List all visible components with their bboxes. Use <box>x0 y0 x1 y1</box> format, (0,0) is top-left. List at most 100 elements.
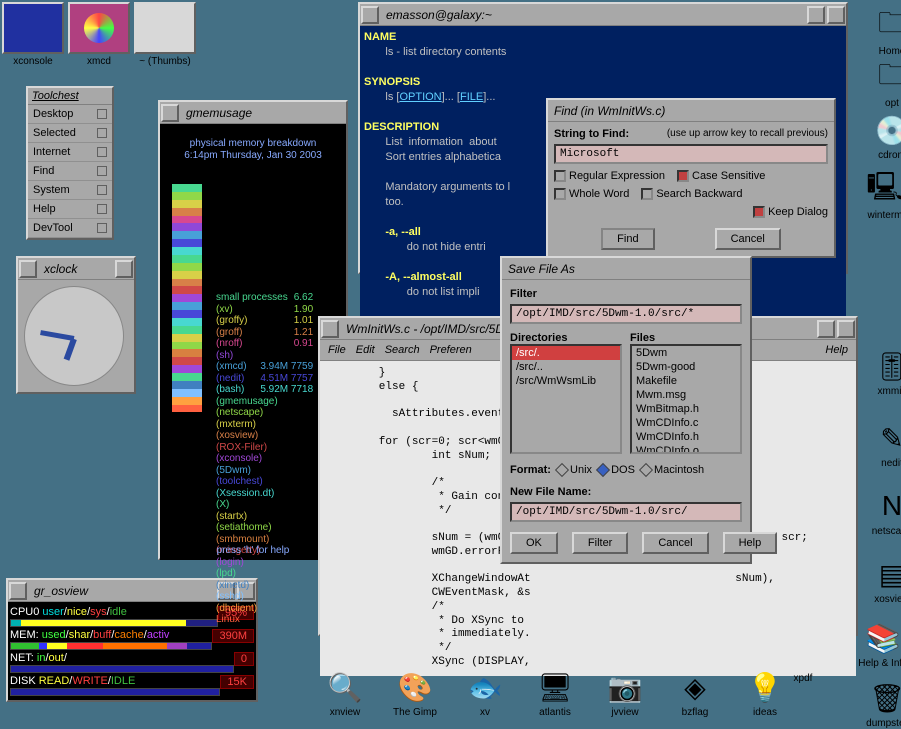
proc-item: Linux <box>216 614 313 626</box>
proc-item: (login) <box>216 557 313 569</box>
proc-item: (ROX-Filer) <box>216 442 313 454</box>
find-hint: (use up arrow key to recall previous) <box>667 128 828 140</box>
deskicon-nedit[interactable]: ✎ nedit <box>867 420 901 469</box>
nedit-icon: ✎ <box>867 420 901 456</box>
xmmix-icon: 🎚 <box>867 348 901 384</box>
newname-input[interactable] <box>510 502 742 522</box>
file-item[interactable]: WmCDInfo.o <box>632 444 740 454</box>
helpinfo-icon: 📚 <box>858 620 901 656</box>
deskicon-label: xosview <box>867 594 901 605</box>
dock-atlantis[interactable]: 🖥 atlantis <box>530 669 580 718</box>
menu-icon[interactable] <box>161 104 179 122</box>
backward-checkbox[interactable]: Search Backward <box>641 188 742 200</box>
file-item[interactable]: WmCDInfo.h <box>632 430 740 444</box>
find-string-label: String to Find: <box>554 128 629 140</box>
deskicon-opt[interactable]: 🗀 opt <box>867 60 901 109</box>
thumb-xmcd[interactable]: xmcd <box>68 2 130 67</box>
toolchest-item-help[interactable]: Help <box>28 200 112 219</box>
dock-xv[interactable]: 🐟 xv <box>460 669 510 718</box>
regex-checkbox[interactable]: Regular Expression <box>554 170 665 182</box>
minimize-icon[interactable] <box>817 320 835 338</box>
format-dos[interactable]: DOS <box>595 464 635 476</box>
maximize-icon[interactable] <box>827 6 845 24</box>
deskicon-home[interactable]: 🗀 Home <box>867 8 901 57</box>
toolchest-item-desktop[interactable]: Desktop <box>28 105 112 124</box>
proc-item: (setiathome) <box>216 522 313 534</box>
cancel-button[interactable]: Cancel <box>642 532 708 554</box>
xv-icon: 🐟 <box>460 669 510 705</box>
find-button[interactable]: Find <box>601 228 654 250</box>
keep-checkbox[interactable]: Keep Dialog <box>753 206 828 218</box>
menu-icon[interactable] <box>9 582 27 600</box>
minimize-icon[interactable] <box>115 260 133 278</box>
dumpster-icon: 🗑 <box>862 680 901 716</box>
toolchest-item-system[interactable]: System <box>28 181 112 200</box>
case-checkbox[interactable]: Case Sensitive <box>677 170 765 182</box>
home-icon: 🗀 <box>867 8 901 44</box>
dir-item[interactable]: /src/. <box>512 346 620 360</box>
dock-jrview[interactable]: 📷 jvview <box>600 669 650 718</box>
toolchest-item-selected[interactable]: Selected <box>28 124 112 143</box>
thumb-label: xconsole <box>2 56 64 67</box>
toolchest-item-devtool[interactable]: DevTool <box>28 219 112 238</box>
format-unix[interactable]: Unix <box>554 464 592 476</box>
dock-label: ideas <box>740 707 790 718</box>
ok-button[interactable]: OK <box>510 532 558 554</box>
whole-checkbox[interactable]: Whole Word <box>554 188 629 200</box>
file-list[interactable]: 5Dwm5Dwm-goodMakefileMwm.msgWmBitmap.hWm… <box>630 344 742 454</box>
file-item[interactable]: Mwm.msg <box>632 388 740 402</box>
help-button[interactable]: Help <box>723 532 778 554</box>
maximize-icon[interactable] <box>837 320 855 338</box>
menu-search[interactable]: Search <box>385 344 420 356</box>
thumb-thumbs[interactable]: ~ (Thumbs) <box>134 2 196 67</box>
file-item[interactable]: WmBitmap.h <box>632 402 740 416</box>
dock-ideas[interactable]: 💡 ideas <box>740 669 790 718</box>
deskicon-helpinfo[interactable]: 📚 Help & Info <box>858 620 901 669</box>
menu-edit[interactable]: Edit <box>356 344 375 356</box>
menu-help[interactable]: Help <box>825 344 848 356</box>
proc-item: (smbmount) <box>216 534 313 546</box>
proc-item: small processes 6.62 <box>216 292 313 304</box>
file-item[interactable]: Makefile <box>632 374 740 388</box>
dir-item[interactable]: /src/WmWsmLib <box>512 374 620 388</box>
atlantis-icon: 🖥 <box>530 669 580 705</box>
dock-bzflag[interactable]: ◈ bzflag <box>670 669 720 718</box>
deskicon-winterm[interactable]: 🖳 winterm <box>860 172 901 221</box>
terminal-title: emasson@galaxy:~ <box>380 8 806 22</box>
toolchest-title: Toolchest <box>28 88 112 105</box>
osv-row: NET: in/out/idle0 <box>10 652 254 673</box>
minimize-icon[interactable] <box>807 6 825 24</box>
toolchest-item-internet[interactable]: Internet <box>28 143 112 162</box>
menu-icon[interactable] <box>19 260 37 278</box>
deskicon-xosview[interactable]: ▤ xosview <box>867 556 901 605</box>
deskicon-xmmix[interactable]: 🎚 xmmix <box>867 348 901 397</box>
dir-item[interactable]: /src/.. <box>512 360 620 374</box>
dir-list[interactable]: /src/./src/../src/WmWsmLib <box>510 344 622 454</box>
gr-osview-title: gr_osview <box>28 584 216 598</box>
thumb-xconsole[interactable]: xconsole <box>2 2 64 67</box>
menu-icon[interactable] <box>321 320 339 338</box>
find-input[interactable] <box>554 144 828 164</box>
filter-button[interactable]: Filter <box>572 532 628 554</box>
proc-item: (xmcd) 3.94M 7759 <box>216 361 313 373</box>
dock-xnview[interactable]: 🔍 xnview <box>320 669 370 718</box>
file-item[interactable]: WmCDInfo.c <box>632 416 740 430</box>
proc-item: (toolchest) <box>216 476 313 488</box>
menu-icon[interactable] <box>361 6 379 24</box>
format-mac[interactable]: Macintosh <box>638 464 704 476</box>
toolchest-item-find[interactable]: Find <box>28 162 112 181</box>
menu-file[interactable]: File <box>328 344 346 356</box>
deskicon-netscape[interactable]: N netscape <box>867 488 901 537</box>
file-item[interactable]: 5Dwm-good <box>632 360 740 374</box>
menu-prefs[interactable]: Preferen <box>430 344 472 356</box>
deskicon-dumpster[interactable]: 🗑 dumpster <box>862 680 901 729</box>
file-item[interactable]: 5Dwm <box>632 346 740 360</box>
proc-item: (xosview) <box>216 430 313 442</box>
deskicon-cdrom[interactable]: 💿 cdrom <box>867 112 901 161</box>
dock-label: The Gimp <box>390 707 440 718</box>
deskicon-label: nedit <box>867 458 901 469</box>
cancel-button[interactable]: Cancel <box>715 228 781 250</box>
dock-gimp[interactable]: 🎨 The Gimp <box>390 669 440 718</box>
deskicon-label: xmmix <box>867 386 901 397</box>
filter-input[interactable] <box>510 304 742 324</box>
